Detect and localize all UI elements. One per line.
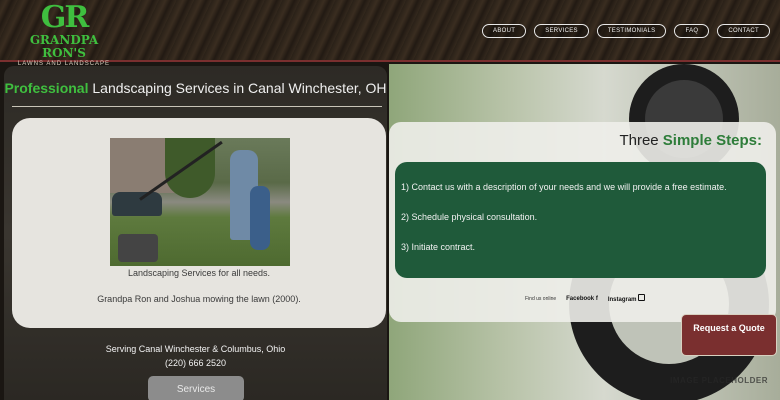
photo-caption-line2: Grandpa Ron and Joshua mowing the lawn (… bbox=[97, 294, 301, 304]
phone-number[interactable]: (220) 666 2520 bbox=[4, 356, 387, 370]
photo-caption-line1: Landscaping Services for all needs. bbox=[127, 268, 271, 278]
nav-faq[interactable]: FAQ bbox=[674, 24, 710, 38]
service-area: Serving Canal Winchester & Columbus, Ohi… bbox=[4, 342, 387, 370]
step-1: 1) Contact us with a description of your… bbox=[401, 182, 727, 192]
title-rest: Landscaping Services in Canal Winchester… bbox=[88, 80, 387, 96]
step-3: 3) Initiate contract. bbox=[401, 242, 476, 252]
step-2: 2) Schedule physical consultation. bbox=[401, 212, 538, 222]
family-mowing-photo bbox=[110, 138, 290, 266]
social-links: Find us online Facebook f Instagram bbox=[525, 294, 645, 303]
hero-left-panel: GRANDPA RON'S Professional Landscaping S… bbox=[4, 66, 387, 400]
nav-services[interactable]: SERVICES bbox=[534, 24, 589, 38]
page-title: Professional Landscaping Services in Can… bbox=[4, 80, 387, 96]
service-area-text: Serving Canal Winchester & Columbus, Ohi… bbox=[105, 344, 286, 354]
brand-logo[interactable]: GR GRANDPA RON'S LAWNS AND LANDSCAPE bbox=[8, 0, 120, 68]
logo-monogram: GR bbox=[40, 0, 90, 35]
image-placeholder-label: IMAGE PLACEHOLDER bbox=[670, 376, 768, 385]
nav-contact[interactable]: CONTACT bbox=[717, 24, 770, 38]
title-accent: Professional bbox=[4, 80, 89, 96]
facebook-icon: f bbox=[595, 295, 598, 302]
nav-about[interactable]: ABOUT bbox=[482, 24, 527, 38]
title-divider bbox=[12, 106, 382, 107]
facebook-link[interactable]: Facebook f bbox=[566, 296, 598, 302]
nav-testimonials[interactable]: TESTIMONIALS bbox=[596, 24, 667, 38]
hero-right-panel: Three Simple Steps: 1) Contact us with a… bbox=[389, 64, 780, 400]
steps-title-plain: Three bbox=[619, 132, 663, 149]
request-quote-button[interactable]: Request a Quote bbox=[681, 314, 777, 356]
find-us-label: Find us online bbox=[525, 295, 557, 302]
instagram-icon bbox=[637, 294, 645, 301]
photo-card: Landscaping Services for all needs. Gran… bbox=[12, 118, 386, 328]
steps-title: Three Simple Steps: bbox=[619, 132, 762, 149]
steps-card: Three Simple Steps: 1) Contact us with a… bbox=[389, 122, 776, 322]
logo-name: GRANDPA RON'S bbox=[29, 33, 99, 60]
services-button[interactable]: Services bbox=[148, 376, 244, 400]
steps-list: 1) Contact us with a description of your… bbox=[395, 162, 766, 278]
site-header: GR GRANDPA RON'S LAWNS AND LANDSCAPE ABO… bbox=[0, 0, 780, 68]
steps-title-accent: Simple Steps: bbox=[662, 132, 762, 149]
instagram-link[interactable]: Instagram bbox=[608, 294, 645, 303]
main-nav: ABOUT SERVICES TESTIMONIALS FAQ CONTACT bbox=[482, 24, 770, 38]
